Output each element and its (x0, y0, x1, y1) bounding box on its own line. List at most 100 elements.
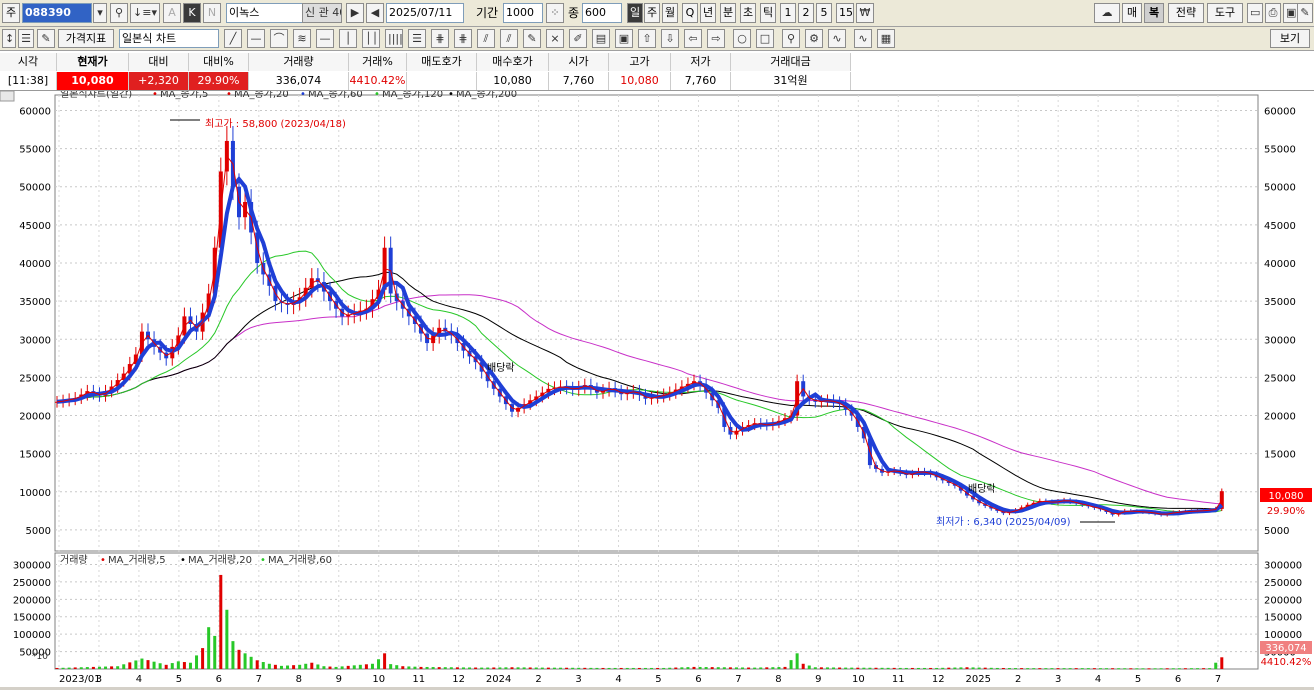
quote-value-3: 29.90% (189, 72, 249, 90)
cloud-icon[interactable]: ☁ (1094, 3, 1120, 23)
time-tick: 6 (695, 674, 701, 685)
period-tool-icon[interactable]: |||| (385, 29, 403, 48)
volume-bar (1177, 668, 1181, 670)
image-tool-icon[interactable]: ▦ (877, 29, 895, 48)
a-button[interactable]: A (163, 3, 181, 23)
period-button-11[interactable]: 15 (836, 3, 854, 23)
period-button-2[interactable]: 월 (662, 3, 678, 23)
grid-icon[interactable]: ⁘ (546, 3, 564, 23)
edit-icon[interactable]: ✎ (37, 29, 55, 48)
indicator-list-icon[interactable]: ☰ (18, 29, 34, 48)
fan-tool-icon[interactable]: ≋ (293, 29, 311, 48)
horizontal-line-tool-icon[interactable]: — (247, 29, 265, 48)
period-button-9[interactable]: 2 (798, 3, 814, 23)
volume-bar (1086, 668, 1090, 670)
left-tool-icon[interactable]: ⇦ (684, 29, 702, 48)
view-button[interactable]: 보기 (1270, 29, 1310, 48)
quote-panel: 시각 [11:38] 현재가 10,080 대비 +2,320 대비% 29.90% 거래량 33… (0, 51, 1314, 91)
count-input[interactable]: 600 (582, 3, 622, 23)
open-folder-icon[interactable]: ▭ (1247, 3, 1263, 23)
template-tool-icon[interactable]: ▤ (592, 29, 610, 48)
volume-bar (522, 667, 526, 669)
period-button-7[interactable]: 틱 (760, 3, 776, 23)
count-label: 종 (568, 6, 580, 20)
volume-legend-entry: MA_거래량,20 (188, 554, 252, 566)
print-icon[interactable]: ⎙ (1265, 3, 1281, 23)
grid-tool-icon[interactable]: ⋕ (431, 29, 449, 48)
search-icon[interactable]: ⚲ (110, 3, 128, 23)
up-tool-icon[interactable]: ⇧ (638, 29, 656, 48)
volume-legend-entry: MA_거래량,5 (108, 554, 166, 566)
volume-bar (455, 667, 459, 669)
volume-tick-left: 200000 (13, 595, 51, 606)
time-tick: 4 (615, 674, 621, 685)
price-tick-left: 30000 (19, 335, 51, 346)
period-button-4[interactable]: 년 (700, 3, 716, 23)
sort-icon[interactable]: ↓≡▾ (130, 3, 160, 23)
stock-name-input[interactable]: 이녹스 (226, 3, 310, 23)
eraser-tool-icon[interactable]: ✐ (569, 29, 587, 48)
price-tick-right: 50000 (1264, 183, 1296, 194)
volume-bar (134, 660, 138, 669)
wave-tool-icon[interactable]: ∿ (828, 29, 846, 48)
channel2-tool-icon[interactable]: ⫽ (500, 29, 518, 48)
volume-bar (370, 663, 374, 669)
hline-tool-icon[interactable]: — (316, 29, 334, 48)
price-tick-right: 60000 (1264, 106, 1296, 117)
quote-value-1: 10,080 (57, 72, 129, 90)
vline-tool-icon[interactable]: │ (339, 29, 357, 48)
rect-tool-icon[interactable]: □ (756, 29, 774, 48)
pencil-tool-icon[interactable]: ✎ (523, 29, 541, 48)
volume-bar (935, 667, 939, 669)
period-button-10[interactable]: 5 (816, 3, 832, 23)
quote-value-6 (407, 72, 477, 90)
arc-tool-icon[interactable]: ⌒ (270, 29, 288, 48)
k-button[interactable]: K (183, 3, 201, 23)
wave2-tool-icon[interactable]: ∿ (854, 29, 872, 48)
circle-tool-icon[interactable]: ○ (733, 29, 751, 48)
grid2-tool-icon[interactable]: ⋕ (454, 29, 472, 48)
period-button-6[interactable]: 초 (740, 3, 756, 23)
period-input[interactable]: 1000 (503, 3, 543, 23)
volume-bar (759, 667, 763, 669)
multi-button[interactable]: 복 (1144, 3, 1164, 23)
config-tool-icon[interactable]: ⚙ (805, 29, 823, 48)
right-tool-icon[interactable]: ⇨ (707, 29, 725, 48)
zoom-tool-icon[interactable]: ⚲ (782, 29, 800, 48)
price-tick-left: 5000 (26, 526, 51, 537)
channel-tool-icon[interactable]: ⫽ (477, 29, 495, 48)
code-dropdown-icon[interactable]: ▾ (93, 3, 107, 23)
prev-stock-button[interactable]: ◀ (366, 3, 384, 23)
period-button-1[interactable]: 주 (644, 3, 660, 23)
period-button-8[interactable]: 1 (780, 3, 796, 23)
stock-code-input[interactable]: 088390 (22, 3, 92, 23)
fibo-tool-icon[interactable]: ☰ (408, 29, 426, 48)
period-button-3[interactable]: Q (682, 3, 698, 23)
time-tick: 10 (372, 674, 385, 685)
n-button[interactable]: N (203, 3, 221, 23)
next-stock-button[interactable]: ▶ (346, 3, 364, 23)
volume-bar (571, 667, 575, 669)
legend-marker: • (448, 91, 454, 100)
arrow-up-down-icon[interactable]: ↕ (2, 29, 16, 48)
cycle-tool-icon[interactable]: │││ (362, 29, 380, 48)
chart-type-select[interactable]: 일본식 차트 (119, 29, 219, 48)
volume-bar (898, 667, 902, 669)
time-tick: 4 (1095, 674, 1101, 685)
down-tool-icon[interactable]: ⇩ (661, 29, 679, 48)
settings-icon[interactable]: ✎ (1297, 3, 1313, 23)
template2-tool-icon[interactable]: ▣ (615, 29, 633, 48)
tools-button[interactable]: 도구 (1207, 3, 1243, 23)
period-button-0[interactable]: 일 (627, 3, 643, 23)
period-button-5[interactable]: 분 (720, 3, 736, 23)
date-input[interactable]: 2025/07/11 (386, 3, 464, 23)
price-indicator-button[interactable]: 가격지표 (58, 29, 114, 48)
strategy-button[interactable]: 전략 (1168, 3, 1204, 23)
buy-button[interactable]: 매 (1122, 3, 1142, 23)
legend-entry: MA_종가,200 (456, 91, 517, 100)
delete-tool-icon[interactable]: ⨯ (546, 29, 564, 48)
market-type-button[interactable]: 주 (2, 3, 20, 23)
scale-icon[interactable]: ₩ (856, 3, 874, 23)
volume-bar (85, 667, 89, 669)
trendline-tool-icon[interactable]: ╱ (224, 29, 242, 48)
